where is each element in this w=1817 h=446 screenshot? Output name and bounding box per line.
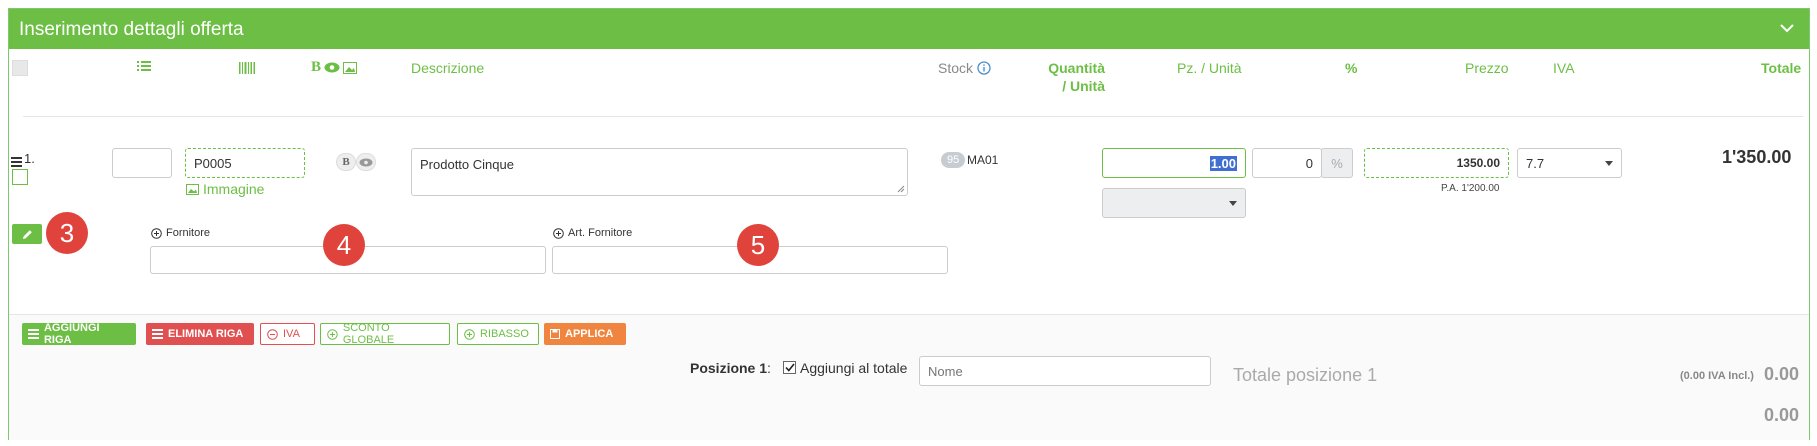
quantity-input[interactable]: 1.00 — [1102, 148, 1246, 178]
add-to-total-checkbox[interactable] — [783, 361, 796, 374]
apply-button[interactable]: APPLICA — [544, 323, 626, 345]
supplier-label[interactable]: Fornitore — [151, 227, 210, 239]
header-pieces-per-unit: Pz. / Unità — [1177, 60, 1242, 76]
chevron-down-icon[interactable] — [1779, 21, 1795, 38]
header-percent: % — [1345, 60, 1358, 76]
header-stock-label: Stock — [938, 60, 974, 76]
grand-total: 0.00 — [1764, 405, 1800, 425]
bold-toggle[interactable]: B — [336, 153, 356, 171]
row-divider — [9, 314, 1809, 315]
rebate-button[interactable]: RIBASSO — [457, 323, 539, 345]
add-row-label: AGGIUNGI RIGA — [43, 322, 100, 346]
global-discount-label: SCONTO GLOBALE — [342, 322, 395, 346]
rebate-label: RIBASSO — [480, 328, 529, 340]
delete-row-label: ELIMINA RIGA — [168, 328, 244, 340]
callout-marker-3: 3 — [46, 212, 88, 254]
header-price: Prezzo — [1465, 60, 1509, 76]
minus-circle-icon — [267, 328, 278, 340]
percent-symbol: % — [1331, 155, 1343, 171]
pencil-icon — [22, 229, 32, 239]
save-icon — [550, 329, 560, 339]
unit-select[interactable] — [1102, 188, 1246, 218]
barcode-icon[interactable] — [239, 61, 255, 77]
price-value: 1350.00 — [1456, 156, 1500, 170]
position-label-colon: : — [767, 360, 771, 376]
description-textarea[interactable]: Prodotto Cinque — [411, 148, 908, 196]
list-icon — [28, 329, 39, 339]
drag-handle-icon[interactable] — [11, 154, 22, 170]
global-discount-button[interactable]: SCONTO GLOBALE — [320, 322, 450, 346]
stock-badge: 95 — [941, 152, 966, 168]
percent-addon: % — [1321, 148, 1353, 178]
add-to-total-label[interactable]: Aggiungi al totale — [800, 360, 907, 376]
supplier-label-text: Fornitore — [166, 227, 211, 239]
image-icon — [186, 183, 199, 195]
caret-down-icon — [1605, 160, 1613, 166]
row-number: 1. — [24, 151, 35, 166]
vat-value: 7.7 — [1526, 155, 1545, 171]
header-divider — [23, 116, 1803, 117]
image-icon[interactable] — [343, 61, 358, 74]
stock-code: MA01 — [967, 153, 999, 167]
position-label-text: Posizione 1 — [690, 360, 768, 376]
discount-value: 0 — [1305, 155, 1313, 171]
select-all-checkbox[interactable] — [12, 60, 28, 76]
position-name-input[interactable] — [919, 356, 1211, 386]
apply-label: APPLICA — [565, 328, 614, 340]
eye-icon — [359, 158, 373, 166]
quantity-value: 1.00 — [1209, 155, 1237, 171]
description-value: Prodotto Cinque — [420, 157, 514, 172]
list-icon — [152, 329, 163, 339]
product-code-value: P0005 — [194, 155, 232, 171]
vat-included: (0.00 IVA Incl.) — [1680, 370, 1754, 382]
product-code-input[interactable]: P0005 — [185, 148, 305, 178]
delete-row-button[interactable]: ELIMINA RIGA — [146, 323, 254, 345]
image-link[interactable]: Immagine — [186, 181, 264, 197]
row-checkbox[interactable] — [12, 169, 28, 185]
callout-marker-4: 4 — [323, 224, 365, 266]
header-quantity-line1: Quantità — [1048, 60, 1105, 76]
caret-down-icon — [1229, 200, 1237, 206]
plus-circle-icon — [327, 328, 338, 340]
position-label: Posizione 1: — [690, 360, 771, 376]
offer-details-panel: Inserimento dettagli offerta B Descrizio… — [8, 8, 1810, 440]
position-total: 0.00 — [1764, 364, 1800, 384]
eye-icon[interactable] — [324, 62, 340, 73]
header-quantity: Quantità / Unità — [1019, 59, 1105, 95]
header-quantity-line2: / Unità — [1062, 78, 1105, 94]
vat-select[interactable]: 7.7 — [1517, 148, 1622, 178]
header-description: Descrizione — [411, 60, 485, 76]
supplier-article-label-text: Art. Fornitore — [568, 227, 633, 239]
visibility-toggle[interactable] — [356, 153, 376, 171]
plus-circle-icon — [553, 227, 564, 239]
checkmark-icon — [784, 363, 795, 372]
row-total: 1'350.00 — [1722, 147, 1792, 167]
info-icon[interactable] — [977, 61, 991, 75]
edit-button[interactable] — [12, 224, 42, 244]
plus-circle-icon — [464, 328, 475, 340]
panel-header[interactable]: Inserimento dettagli offerta — [9, 9, 1809, 49]
price-input[interactable]: 1350.00 — [1364, 148, 1509, 178]
plus-circle-icon — [151, 227, 162, 239]
callout-marker-5: 5 — [737, 224, 779, 266]
header-vat: IVA — [1553, 60, 1575, 76]
panel-title: Inserimento dettagli offerta — [19, 19, 244, 40]
discount-input[interactable]: 0 — [1252, 148, 1322, 178]
bold-icon[interactable]: B — [311, 59, 321, 76]
supplier-article-label[interactable]: Art. Fornitore — [553, 227, 632, 239]
row-order-input[interactable] — [112, 148, 172, 178]
vat-toggle-button[interactable]: IVA — [260, 323, 315, 345]
header-total: Totale — [1761, 60, 1802, 76]
header-stock: Stock — [938, 60, 991, 76]
image-link-label: Immagine — [203, 181, 265, 197]
purchase-price: P.A. 1'200.00 — [1441, 183, 1500, 194]
bold-visibility-image-header: B — [311, 59, 358, 76]
add-row-button[interactable]: AGGIUNGI RIGA — [22, 322, 136, 346]
position-total-label: Totale posizione 1 — [1233, 365, 1378, 385]
list-order-icon[interactable] — [137, 60, 151, 76]
resize-handle-icon[interactable] — [897, 185, 905, 193]
vat-toggle-label: IVA — [283, 328, 300, 340]
position-name-field[interactable] — [928, 363, 1202, 379]
